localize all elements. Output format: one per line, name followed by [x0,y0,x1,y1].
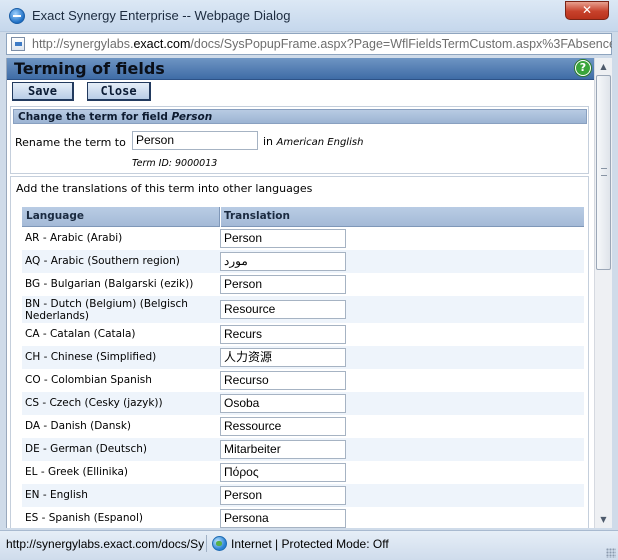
language-name: DA - Danish (Dansk) [25,420,132,432]
language-name: CA - Catalan (Catala) [25,328,136,340]
column-header-language: Language [26,210,84,222]
translation-input[interactable]: Ressource [220,417,346,436]
change-term-header: Change the term for field Person [13,109,587,124]
language-name: ES - Spanish (Espanol) [25,512,143,524]
scroll-down-arrow-icon[interactable]: ▼ [595,511,612,528]
translation-input[interactable]: Person [220,486,346,505]
column-divider [219,207,221,227]
table-row: CS - Czech (Cesky (jazyk)) Osoba [22,392,584,415]
change-term-panel: Change the term for field Person Rename … [10,106,589,174]
address-bar[interactable]: http://synergylabs.exact.com/docs/SysPop… [6,33,612,55]
translation-input[interactable]: 人力资源 [220,348,346,367]
status-bar: http://synergylabs.exact.com/docs/Sy Int… [0,530,618,560]
table-row: ES - Spanish (Espanol) Persona [22,507,584,528]
field-name: Person [171,111,213,123]
internet-zone-globe-icon [212,536,227,551]
status-url: http://synergylabs.exact.com/docs/Sy [6,537,204,551]
translations-table: Language Translation AR - Arabic (Arabi)… [22,207,584,528]
language-name: AR - Arabic (Arabi) [25,232,123,244]
help-icon[interactable]: ? [575,60,591,76]
page-heading-bar: Terming of fields ? [7,58,594,80]
translation-input[interactable]: Resource [220,300,346,319]
language-name: EN - English [25,489,88,501]
table-row: AQ - Arabic (Southern region) مورد [22,250,584,273]
translation-input[interactable]: Osoba [220,394,346,413]
security-zone-text: Internet | Protected Mode: Off [231,537,389,551]
close-button[interactable]: Close [87,82,151,101]
language-name: CH - Chinese (Simplified) [25,351,157,363]
status-divider [206,535,207,552]
scroll-up-arrow-icon[interactable]: ▲ [595,58,612,75]
table-row: EL - Greek (Ellinika) Πόρος [22,461,584,484]
ie-app-icon [9,8,25,24]
language-name: CS - Czech (Cesky (jazyk)) [25,397,163,409]
language-name: BG - Bulgarian (Balgarski (ezik)) [25,278,194,290]
scroll-thumb[interactable] [596,75,611,270]
table-row: DA - Danish (Dansk) Ressource [22,415,584,438]
language-name: BN - Dutch (Belgium) (Belgisch Nederland… [25,298,188,322]
translation-input[interactable]: Persona [220,509,346,528]
table-row: BN - Dutch (Belgium) (Belgisch Nederland… [22,296,584,323]
window-title: Exact Synergy Enterprise -- Webpage Dial… [32,8,291,23]
translation-input[interactable]: Person [220,275,346,294]
dialog-content: Terming of fields ? Save Close Change th… [6,58,594,528]
save-button[interactable]: Save [12,82,74,101]
table-row: AR - Arabic (Arabi) Person [22,227,584,250]
table-row: BG - Bulgarian (Balgarski (ezik)) Person [22,273,584,296]
table-row: CA - Catalan (Catala) Recurs [22,323,584,346]
rename-label: Rename the term to [15,136,126,149]
term-language-label: in American English [263,135,364,148]
term-id: Term ID: 9000013 [132,158,218,169]
resize-grip-icon[interactable] [606,548,616,558]
window-close-button[interactable]: ✕ [565,1,609,20]
table-header: Language Translation [22,207,584,227]
table-row: CH - Chinese (Simplified) 人力资源 [22,346,584,369]
vertical-scrollbar[interactable]: ▲ ▼ [594,58,612,528]
translation-input[interactable]: مورد [220,252,346,271]
page-icon [11,37,25,51]
table-row: DE - German (Deutsch) Mitarbeiter [22,438,584,461]
translations-intro: Add the translations of this term into o… [16,182,313,195]
page-title: Terming of fields [14,59,165,78]
column-header-translation: Translation [224,210,290,222]
address-url: http://synergylabs.exact.com/docs/SysPop… [32,37,612,51]
table-row: EN - English Person [22,484,584,507]
translation-input[interactable]: Πόρος [220,463,346,482]
rename-term-input[interactable]: Person [132,131,258,150]
translation-input[interactable]: Recurso [220,371,346,390]
translation-input[interactable]: Mitarbeiter [220,440,346,459]
language-name: CO - Colombian Spanish [25,374,152,386]
translation-input[interactable]: Recurs [220,325,346,344]
translations-panel: Add the translations of this term into o… [10,176,589,528]
table-row: CO - Colombian Spanish Recurso [22,369,584,392]
window-titlebar: Exact Synergy Enterprise -- Webpage Dial… [0,0,618,32]
translation-input[interactable]: Person [220,229,346,248]
language-name: DE - German (Deutsch) [25,443,147,455]
language-name: EL - Greek (Ellinika) [25,466,128,478]
language-name: AQ - Arabic (Southern region) [25,255,180,267]
